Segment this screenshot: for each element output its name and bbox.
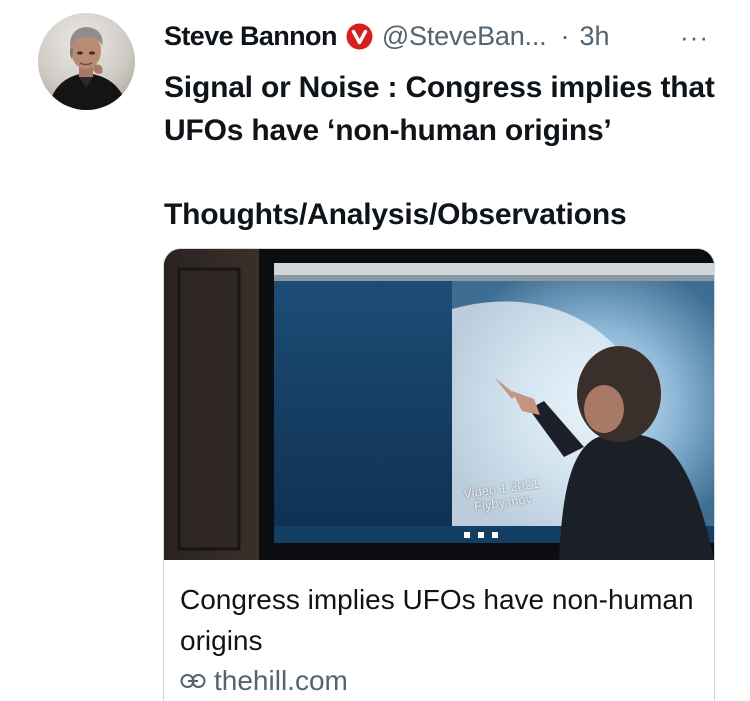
avatar-photo bbox=[48, 27, 128, 110]
author-name[interactable]: Steve Bannon bbox=[164, 21, 337, 52]
card-domain-text: thehill.com bbox=[214, 665, 348, 696]
more-options-icon[interactable]: ··· bbox=[680, 22, 709, 53]
tweet-text-paragraph-2: Thoughts/Analysis/Observations bbox=[164, 198, 627, 231]
verified-badge-icon bbox=[346, 23, 373, 50]
timestamp[interactable]: 3h bbox=[579, 21, 609, 52]
tweet-header: Steve Bannon @SteveBan... · 3h bbox=[164, 16, 610, 56]
link-icon bbox=[180, 672, 206, 690]
card-photo bbox=[164, 249, 714, 560]
tweet-text-paragraph-1: Signal or Noise : Congress implies that … bbox=[164, 71, 715, 147]
link-card[interactable]: Video 1 2021 Flyby.mov Congress implies … bbox=[163, 248, 715, 701]
card-image[interactable]: Video 1 2021 Flyby.mov bbox=[164, 249, 714, 560]
tweet-text: Signal or Noise : Congress implies that … bbox=[164, 66, 724, 236]
avatar[interactable] bbox=[38, 13, 135, 110]
card-domain[interactable]: thehill.com bbox=[180, 665, 348, 697]
tweet[interactable]: Steve Bannon @SteveBan... · 3h ··· Signa… bbox=[0, 0, 750, 701]
author-handle[interactable]: @SteveBan... bbox=[382, 21, 547, 52]
card-title[interactable]: Congress implies UFOs have non-human ori… bbox=[180, 579, 700, 661]
separator-dot: · bbox=[560, 20, 570, 51]
